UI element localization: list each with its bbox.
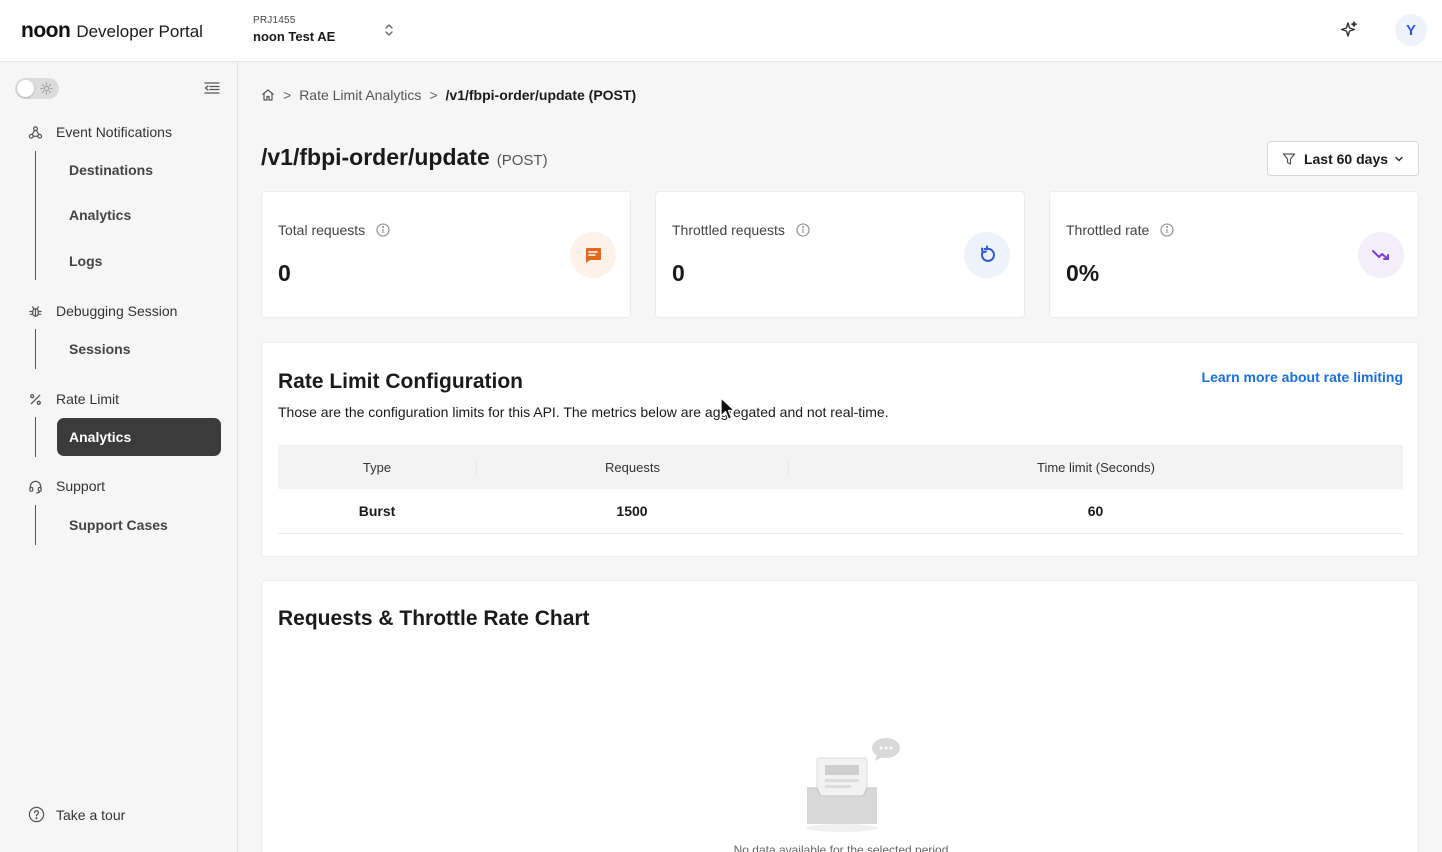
empty-inbox-illustration (806, 738, 900, 832)
take-a-tour-link[interactable]: Take a tour (28, 806, 125, 823)
nav-group-label: Support (56, 478, 106, 494)
stat-value: 0% (1066, 260, 1100, 286)
brand-logo: noon (21, 18, 71, 42)
nav-tree-line (35, 151, 36, 280)
sidebar-item-sessions[interactable]: Sessions (57, 330, 221, 368)
nav-tree-line (35, 329, 36, 369)
toggle-knob (17, 80, 34, 97)
sun-icon (40, 82, 53, 95)
sidebar-item-rate-limit-analytics[interactable]: Analytics (57, 418, 221, 456)
chevron-down-icon (1395, 156, 1403, 161)
sidebar-item-event-analytics[interactable]: Analytics (57, 196, 221, 234)
stat-card-throttled-rate: Throttled rate 0% (1049, 191, 1419, 318)
nav-tree-line (35, 417, 36, 457)
breadcrumb: > Rate Limit Analytics > /v1/fbpi-order/… (261, 87, 636, 103)
learn-more-link[interactable]: Learn more about rate limiting (1202, 369, 1403, 385)
trending-down-icon (1358, 232, 1404, 278)
portal-name: Developer Portal (76, 21, 203, 41)
cell-requests: 1500 (616, 503, 648, 519)
column-header-time-limit: Time limit (Seconds) (788, 459, 1403, 475)
cell-type: Burst (358, 503, 396, 519)
endpoint-path: /v1/fbpi-order/update (261, 144, 490, 170)
breadcrumb-separator: > (283, 87, 292, 103)
config-title: Rate Limit Configuration (278, 370, 523, 393)
headset-icon (29, 480, 42, 493)
breadcrumb-parent-link[interactable]: Rate Limit Analytics (299, 87, 421, 103)
filter-icon (1282, 152, 1296, 165)
user-avatar[interactable]: Y (1395, 14, 1427, 46)
stat-label: Throttled requests (672, 222, 810, 238)
stat-label: Throttled rate (1066, 222, 1174, 238)
stat-label-text: Throttled rate (1066, 222, 1150, 238)
info-icon[interactable] (376, 223, 390, 237)
nav-group-support[interactable]: Support (28, 476, 105, 496)
bug-icon (29, 305, 42, 317)
column-header-type: Type (362, 459, 392, 475)
nav-group-debugging-session[interactable]: Debugging Session (28, 301, 177, 321)
page-title: /v1/fbpi-order/update (POST) (261, 144, 548, 171)
stat-label-text: Throttled requests (672, 222, 785, 238)
config-table: Type Requests Time limit (Seconds) Burst… (278, 445, 1403, 534)
stat-value: 0 (672, 260, 685, 286)
requests-throttle-chart-card: Requests & Throttle Rate Chart No data a… (261, 580, 1419, 852)
refresh-icon (964, 232, 1010, 278)
top-header: noon Developer Portal PRJ1455 noon Test … (0, 0, 1442, 62)
nav-group-event-notifications[interactable]: Event Notifications (28, 122, 172, 142)
message-icon (570, 232, 616, 278)
help-circle-icon (28, 806, 45, 823)
sidebar-item-support-cases[interactable]: Support Cases (57, 506, 221, 544)
project-id: PRJ1455 (253, 15, 296, 26)
sidebar-item-logs[interactable]: Logs (57, 242, 221, 280)
breadcrumb-separator: > (429, 87, 438, 103)
endpoint-method: (POST) (496, 152, 548, 169)
stat-card-throttled-requests: Throttled requests 0 (655, 191, 1025, 318)
main-content: > Rate Limit Analytics > /v1/fbpi-order/… (238, 62, 1442, 852)
breadcrumb-current: /v1/fbpi-order/update (POST) (445, 87, 637, 103)
stat-label-text: Total requests (278, 222, 366, 238)
chevron-up-down-icon (385, 24, 393, 36)
cell-time-limit: 60 (1087, 503, 1104, 519)
info-icon[interactable] (1160, 223, 1174, 237)
nav-group-label: Rate Limit (56, 391, 120, 407)
percent-icon (30, 393, 41, 405)
project-switcher[interactable]: PRJ1455 noon Test AE (253, 15, 403, 44)
project-name: noon Test AE (253, 29, 336, 44)
portal-logo[interactable]: noon Developer Portal (21, 19, 203, 43)
column-header-requests: Requests (476, 459, 788, 475)
tour-label: Take a tour (56, 806, 126, 823)
collapse-sidebar-icon[interactable] (204, 81, 220, 95)
nav-group-label: Debugging Session (56, 303, 178, 319)
stat-label: Total requests (278, 222, 390, 238)
config-description: Those are the configuration limits for t… (278, 404, 889, 420)
date-range-label: Last 60 days (1303, 150, 1389, 167)
date-range-dropdown[interactable]: Last 60 days (1267, 141, 1419, 176)
mouse-cursor-icon (720, 397, 736, 420)
rate-limit-configuration-card: Rate Limit Configuration Those are the c… (261, 342, 1419, 557)
sparkle-ai-icon[interactable] (1339, 20, 1359, 40)
webhook-icon (28, 125, 43, 139)
table-row: Burst 1500 60 (278, 489, 1403, 534)
nav-tree-line (35, 505, 36, 545)
stat-card-total-requests: Total requests 0 (261, 191, 631, 318)
theme-toggle[interactable] (15, 78, 59, 99)
info-icon[interactable] (796, 223, 810, 237)
sidebar: Event Notifications Destinations Analyti… (0, 62, 238, 852)
home-icon[interactable] (261, 88, 275, 102)
empty-state-text: No data available for the selected perio… (733, 843, 949, 852)
sidebar-item-destinations[interactable]: Destinations (57, 151, 221, 189)
chart-title: Requests & Throttle Rate Chart (278, 607, 590, 630)
stat-value: 0 (278, 260, 291, 286)
nav-group-rate-limit[interactable]: Rate Limit (28, 389, 119, 409)
nav-group-label: Event Notifications (56, 124, 172, 140)
table-header: Type Requests Time limit (Seconds) (278, 445, 1403, 489)
